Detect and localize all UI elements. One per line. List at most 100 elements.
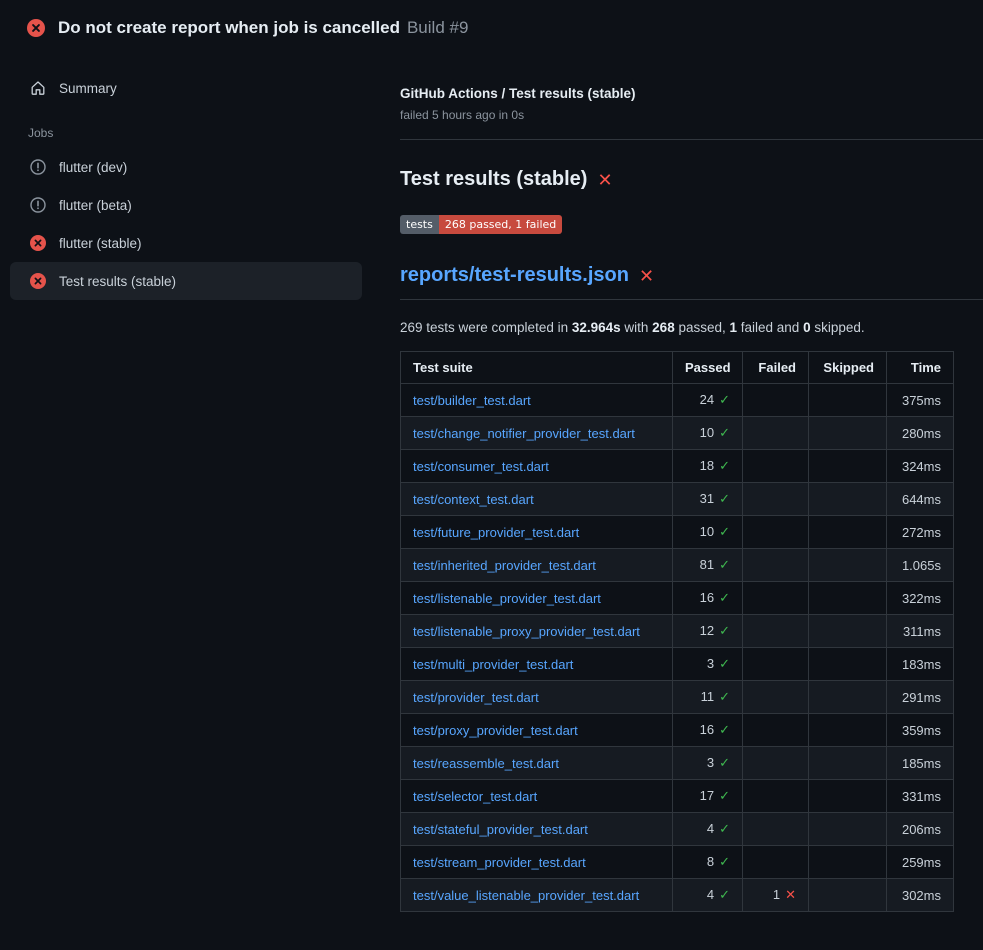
- passed-count-cell: 4✓: [673, 813, 743, 846]
- job-label: flutter (dev): [59, 160, 127, 175]
- test-suite-cell: test/stream_provider_test.dart: [401, 846, 673, 879]
- skipped-cell: [809, 648, 887, 681]
- table-row: test/builder_test.dart24✓375ms: [401, 384, 954, 417]
- sidebar-item-test-results-stable[interactable]: Test results (stable): [10, 262, 362, 300]
- passed-count: 3: [707, 656, 714, 671]
- test-suite-cell: test/consumer_test.dart: [401, 450, 673, 483]
- check-icon: ✓: [719, 623, 730, 638]
- skipped-cell: [809, 846, 887, 879]
- failed-x-icon: ✕: [597, 171, 612, 189]
- skipped-cell: [809, 549, 887, 582]
- check-icon: ✓: [719, 458, 730, 473]
- passed-count-cell: 81✓: [673, 549, 743, 582]
- failed-count-cell: [743, 417, 809, 450]
- table-row: test/change_notifier_provider_test.dart 1…: [401, 417, 954, 450]
- test-suite-link[interactable]: test/listenable_proxy_provider_test.dart: [413, 624, 640, 639]
- test-suite-link[interactable]: test/stateful_provider_test.dart: [413, 822, 588, 837]
- report-file-link[interactable]: reports/test-results.json: [400, 264, 629, 287]
- section-title-text: Test results (stable): [400, 168, 587, 191]
- passed-count-cell: 24✓: [673, 384, 743, 417]
- table-row: test/context_test.dart31✓644ms: [401, 483, 954, 516]
- test-suite-cell: test/selector_test.dart: [401, 780, 673, 813]
- badge-value: 268 passed, 1 failed: [439, 215, 562, 234]
- passed-count-cell: 10✓: [673, 417, 743, 450]
- failed-count-cell: [743, 384, 809, 417]
- test-suite-cell: test/builder_test.dart: [401, 384, 673, 417]
- table-row: test/stream_provider_test.dart8✓259ms: [401, 846, 954, 879]
- passed-count: 3: [707, 755, 714, 770]
- test-suite-link[interactable]: test/multi_provider_test.dart: [413, 657, 573, 672]
- failed-count-cell: 1✕: [743, 879, 809, 912]
- check-icon: ✓: [719, 821, 730, 836]
- check-icon: ✓: [719, 590, 730, 605]
- passed-count-cell: 17✓: [673, 780, 743, 813]
- time-cell: 1.065s: [887, 549, 954, 582]
- run-header: Do not create report when job is cancell…: [0, 0, 983, 48]
- x-circle-icon: [30, 273, 46, 289]
- failed-count-cell: [743, 450, 809, 483]
- test-suite-link[interactable]: test/value_listenable_provider_test.dart: [413, 888, 639, 903]
- time-cell: 331ms: [887, 780, 954, 813]
- failed-count-cell: [743, 780, 809, 813]
- test-suite-link[interactable]: test/builder_test.dart: [413, 393, 531, 408]
- run-title: Do not create report when job is cancell…: [58, 18, 468, 38]
- test-suite-cell: test/context_test.dart: [401, 483, 673, 516]
- jobs-heading: Jobs: [10, 106, 362, 148]
- failed-count-cell: [743, 714, 809, 747]
- failed-count-cell: [743, 582, 809, 615]
- check-icon: ✓: [719, 524, 730, 539]
- sidebar-item-flutter-beta[interactable]: flutter (beta): [10, 186, 362, 224]
- table-row: test/inherited_provider_test.dart 81✓ 1.06…: [401, 549, 954, 582]
- status-line: failed 5 hours ago in 0s: [400, 108, 983, 122]
- sidebar-summary-label: Summary: [59, 81, 117, 96]
- summary-failed-count: 1: [730, 320, 738, 335]
- passed-count-cell: 3✓: [673, 648, 743, 681]
- test-suite-link[interactable]: test/listenable_provider_test.dart: [413, 591, 601, 606]
- passed-count-cell: 10✓: [673, 516, 743, 549]
- test-suite-link[interactable]: test/proxy_provider_test.dart: [413, 723, 578, 738]
- passed-count-cell: 4✓: [673, 879, 743, 912]
- skipped-cell: [809, 384, 887, 417]
- summary-duration: 32.964s: [572, 320, 621, 335]
- test-suite-cell: test/provider_test.dart: [401, 681, 673, 714]
- test-suite-link[interactable]: test/provider_test.dart: [413, 690, 539, 705]
- test-suite-link[interactable]: test/inherited_provider_test.dart: [413, 558, 596, 573]
- summary-text: failed and: [737, 320, 803, 335]
- passed-count: 10: [700, 425, 714, 440]
- test-suite-link[interactable]: test/consumer_test.dart: [413, 459, 549, 474]
- report-heading: reports/test-results.json ✕: [400, 264, 983, 300]
- summary-text: with: [621, 320, 653, 335]
- home-icon: [30, 80, 46, 96]
- passed-count: 81: [700, 557, 714, 572]
- time-cell: 311ms: [887, 615, 954, 648]
- job-label: Test results (stable): [59, 274, 176, 289]
- passed-count-cell: 3✓: [673, 747, 743, 780]
- table-row: test/value_listenable_provider_test.dart…: [401, 879, 954, 912]
- time-cell: 644ms: [887, 483, 954, 516]
- test-suite-link[interactable]: test/reassemble_test.dart: [413, 756, 559, 771]
- time-cell: 302ms: [887, 879, 954, 912]
- sidebar-item-flutter-dev[interactable]: flutter (dev): [10, 148, 362, 186]
- test-suite-link[interactable]: test/stream_provider_test.dart: [413, 855, 586, 870]
- sidebar-item-flutter-stable[interactable]: flutter (stable): [10, 224, 362, 262]
- sidebar-item-summary[interactable]: Summary: [10, 70, 362, 106]
- skipped-cell: [809, 417, 887, 450]
- build-number: Build #9: [407, 18, 468, 37]
- time-cell: 291ms: [887, 681, 954, 714]
- test-suite-cell: test/change_notifier_provider_test.dart: [401, 417, 673, 450]
- time-cell: 272ms: [887, 516, 954, 549]
- failed-x-icon: ✕: [639, 267, 654, 285]
- passed-count: 16: [700, 590, 714, 605]
- test-suite-link[interactable]: test/future_provider_test.dart: [413, 525, 579, 540]
- test-suite-link[interactable]: test/context_test.dart: [413, 492, 534, 507]
- summary-skipped-count: 0: [803, 320, 811, 335]
- col-header-skipped: Skipped: [809, 352, 887, 384]
- col-header-passed: Passed: [673, 352, 743, 384]
- summary-prefix: 269 tests were completed in: [400, 320, 572, 335]
- skipped-cell: [809, 780, 887, 813]
- summary-text: passed,: [675, 320, 730, 335]
- test-suite-link[interactable]: test/change_notifier_provider_test.dart: [413, 426, 635, 441]
- time-cell: 359ms: [887, 714, 954, 747]
- skipped-cell: [809, 813, 887, 846]
- test-suite-link[interactable]: test/selector_test.dart: [413, 789, 537, 804]
